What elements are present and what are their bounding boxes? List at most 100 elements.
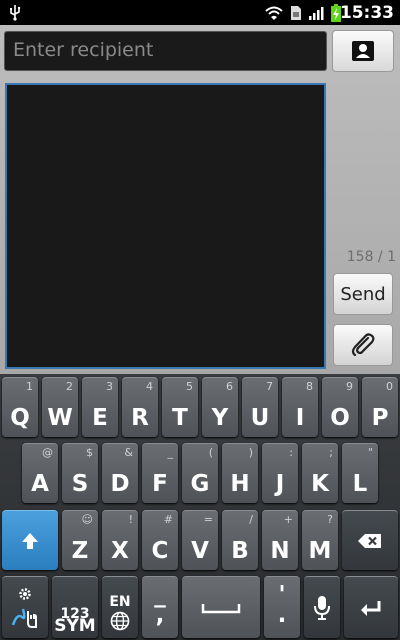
key-secondary-label: & xyxy=(124,446,133,459)
recipient-input[interactable]: Enter recipient xyxy=(4,31,327,71)
microphone-icon xyxy=(314,595,330,620)
backspace-key[interactable] xyxy=(342,510,398,570)
key-label: P xyxy=(371,405,389,431)
key-label: G xyxy=(190,471,210,497)
key-a[interactable]: @ A xyxy=(22,443,58,503)
message-input[interactable] xyxy=(5,83,326,369)
key-secondary-label: 0 xyxy=(386,380,393,393)
key-label: O xyxy=(330,405,350,431)
key-secondary-label: / xyxy=(249,513,253,526)
key-label: H xyxy=(230,471,250,497)
enter-icon xyxy=(361,600,381,616)
key-p[interactable]: 0P xyxy=(362,377,398,437)
key-m[interactable]: ? M xyxy=(302,510,338,570)
sim-icon xyxy=(291,6,301,20)
key-y[interactable]: 6Y xyxy=(202,377,238,437)
key-u[interactable]: 7U xyxy=(242,377,278,437)
key-x[interactable]: ! X xyxy=(102,510,138,570)
key-v[interactable]: = V xyxy=(182,510,218,570)
key-label: U xyxy=(250,405,270,431)
key-label: D xyxy=(110,471,130,497)
key-secondary-label: 6 xyxy=(226,380,233,393)
key-b[interactable]: / B xyxy=(222,510,258,570)
key-secondary-label: 2 xyxy=(66,380,73,393)
usb-icon xyxy=(10,5,21,21)
key-d[interactable]: & D xyxy=(102,443,138,503)
key-secondary-label: 8 xyxy=(306,380,313,393)
key-secondary-label: ; xyxy=(329,446,333,459)
contacts-button[interactable] xyxy=(332,30,394,72)
key-label: M xyxy=(308,538,332,564)
key-secondary-label: ! xyxy=(128,513,133,526)
key-secondary-label: 9 xyxy=(346,380,353,393)
underscore-comma-key[interactable]: _ , xyxy=(142,576,178,638)
key-h[interactable]: ) H xyxy=(222,443,258,503)
key-c[interactable]: # C xyxy=(142,510,178,570)
key-secondary-label: 3 xyxy=(106,380,113,393)
space-bar-icon xyxy=(201,603,241,613)
key-k[interactable]: ; K xyxy=(302,443,338,503)
key-label: R xyxy=(131,405,149,431)
key-label: Q xyxy=(10,405,30,431)
key-o[interactable]: 9O xyxy=(322,377,358,437)
key-label: X xyxy=(111,538,129,564)
key-label: Z xyxy=(71,538,89,564)
shift-arrow-icon xyxy=(22,532,38,549)
period-label: . xyxy=(277,602,287,628)
key-label: Y xyxy=(211,405,229,431)
contact-icon xyxy=(352,41,374,61)
key-secondary-label: 5 xyxy=(186,380,193,393)
wifi-icon xyxy=(265,6,283,20)
symbols-key-label: SYM xyxy=(54,616,96,636)
key-label: W xyxy=(47,405,73,431)
handwriting-icon xyxy=(11,608,37,628)
space-key[interactable] xyxy=(182,576,260,638)
key-r[interactable]: 4R xyxy=(122,377,158,437)
backspace-icon xyxy=(358,533,381,548)
key-secondary-label: : xyxy=(289,446,293,459)
key-secondary-label: 7 xyxy=(266,380,273,393)
voice-input-key[interactable] xyxy=(304,576,340,638)
key-g[interactable]: (G xyxy=(182,443,218,503)
key-s[interactable]: $ S xyxy=(62,443,98,503)
key-e[interactable]: 3E xyxy=(82,377,118,437)
keyboard: 1Q2W3E4R5T6Y7U8I9O0P @ A $ S & D _ F(G) H: J; K " L … xyxy=(0,374,400,640)
key-i[interactable]: 8I xyxy=(282,377,318,437)
key-f[interactable]: _ F xyxy=(142,443,178,503)
compose-area: Enter recipient 158 / 1 Send xyxy=(0,25,400,374)
key-n[interactable]: + N xyxy=(262,510,298,570)
symbols-key[interactable]: 123 SYM xyxy=(52,576,98,638)
gear-icon xyxy=(19,587,31,600)
attach-button[interactable] xyxy=(333,324,393,366)
key-secondary-label: ) xyxy=(248,446,253,459)
language-key[interactable]: EN xyxy=(102,576,138,638)
key-w[interactable]: 2W xyxy=(42,377,78,437)
send-button[interactable]: Send xyxy=(333,273,393,315)
key-label: J xyxy=(275,471,285,497)
globe-icon xyxy=(110,611,130,630)
key-secondary-label: 1 xyxy=(26,380,33,393)
key-secondary-label: " xyxy=(367,446,373,459)
key-l[interactable]: " L xyxy=(342,443,378,503)
key-label: F xyxy=(152,471,168,497)
paperclip-icon xyxy=(351,333,375,357)
key-secondary-label: 4 xyxy=(146,380,153,393)
key-secondary-label: ☺ xyxy=(81,513,93,526)
key-secondary-label: _ xyxy=(167,446,174,459)
comma-label: , xyxy=(155,602,165,628)
key-label: K xyxy=(311,471,329,497)
key-t[interactable]: 5T xyxy=(162,377,198,437)
signal-icon xyxy=(309,7,324,20)
key-label: L xyxy=(352,471,368,497)
key-q[interactable]: 1Q xyxy=(2,377,38,437)
settings-handwriting-key[interactable] xyxy=(2,576,48,638)
key-secondary-label: $ xyxy=(86,446,93,459)
key-secondary-label: @ xyxy=(42,446,53,459)
apostrophe-period-key[interactable]: ' . xyxy=(264,576,300,638)
enter-key[interactable] xyxy=(344,576,398,638)
key-z[interactable]: ☺ Z xyxy=(62,510,98,570)
key-j[interactable]: :J xyxy=(262,443,298,503)
key-label: E xyxy=(92,405,108,431)
shift-key[interactable] xyxy=(2,510,58,570)
key-label: C xyxy=(151,538,169,564)
